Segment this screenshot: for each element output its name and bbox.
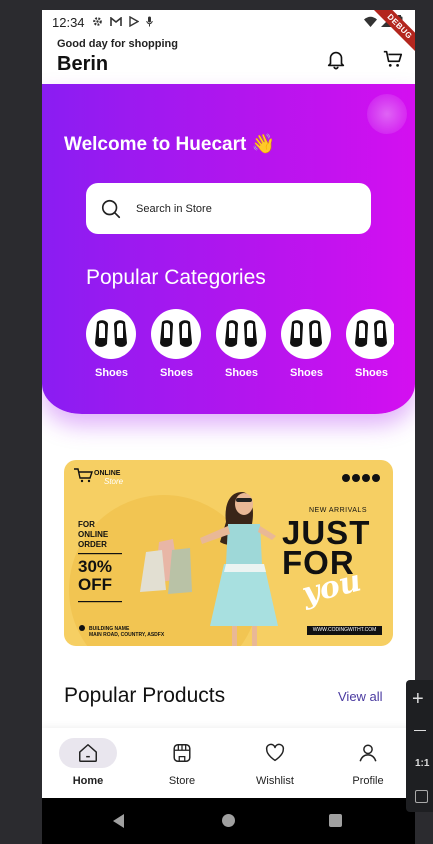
home-button-icon[interactable] xyxy=(222,814,235,827)
heart-icon xyxy=(246,738,304,768)
search-icon xyxy=(100,198,122,220)
category-item[interactable]: Shoes xyxy=(281,309,332,379)
mic-icon xyxy=(145,15,153,30)
banner-discount: 30% OFF xyxy=(78,558,112,594)
greeting-text: Good day for shopping xyxy=(57,38,178,50)
shoes-icon xyxy=(346,309,394,359)
search-bar[interactable]: Search in Store xyxy=(86,183,371,234)
banner-for: FOR xyxy=(78,520,95,529)
back-icon[interactable] xyxy=(113,814,124,828)
phone-screen: 12:34 DEBUG Good day for shopping Berin … xyxy=(42,10,415,844)
popular-products-title: Popular Products xyxy=(64,684,226,707)
search-placeholder: Search in Store xyxy=(136,202,212,215)
status-bar: 12:34 DEBUG xyxy=(42,10,415,61)
mail-icon xyxy=(109,15,122,30)
zoom-ratio[interactable]: 1:1 xyxy=(415,758,429,769)
nav-item-home[interactable]: Home xyxy=(53,738,123,787)
nav-item-store[interactable]: Store xyxy=(147,738,217,787)
app-bar: Good day for shopping Berin xyxy=(42,34,415,84)
user-name: Berin xyxy=(57,53,109,75)
banner-brand: ONLINE xyxy=(94,470,121,477)
category-item[interactable]: Shoes xyxy=(216,309,267,379)
shoes-icon xyxy=(216,309,266,359)
settings-icon xyxy=(92,15,103,30)
store-icon xyxy=(153,738,211,768)
banner-percent: 30% xyxy=(78,557,113,576)
banner-for-online-order: FOR ONLINE ORDER xyxy=(78,520,108,550)
banner-new-arrivals: NEW ARRIVALS xyxy=(309,507,367,514)
category-item[interactable]: Shoes xyxy=(86,309,137,379)
nav-item-profile[interactable]: Profile xyxy=(333,738,403,787)
nav-label-profile: Profile xyxy=(352,775,384,787)
fit-screen-icon[interactable] xyxy=(415,790,428,803)
cart-icon[interactable] xyxy=(382,48,404,70)
shoes-icon xyxy=(281,309,331,359)
nav-label-wishlist: Wishlist xyxy=(256,775,294,787)
category-item[interactable]: Shoes xyxy=(151,309,202,379)
banner-website: WWW.CODINGWITHT.COM xyxy=(307,626,382,635)
categories-list: Shoes Shoes Shoes Shoes Shoes xyxy=(86,309,394,384)
banner-order: ORDER xyxy=(78,540,107,549)
zoom-in-icon[interactable]: + xyxy=(412,688,424,711)
notification-bell-icon[interactable] xyxy=(325,48,347,70)
banner-brand-script: Store xyxy=(104,477,124,486)
banner-off: OFF xyxy=(78,575,112,594)
category-label: Shoes xyxy=(159,367,193,379)
shoes-icon xyxy=(151,309,201,359)
status-time: 12:34 xyxy=(52,14,85,30)
categories-title: Popular Categories xyxy=(86,266,266,289)
banner-address: BUILDING NAME MAIN ROAD, COUNTRY, ASDFX xyxy=(89,626,164,638)
shoes-icon xyxy=(86,309,136,359)
profile-icon xyxy=(339,738,397,768)
category-label: Shoes xyxy=(289,367,323,379)
wifi-icon xyxy=(364,15,377,30)
play-store-icon xyxy=(128,15,139,30)
banner-online: ONLINE xyxy=(78,530,109,539)
welcome-title: Welcome to Huecart 👋 xyxy=(64,134,276,155)
promo-banner[interactable]: ONLINE Store FOR ONLINE ORDER 30% OFF BU… xyxy=(64,460,393,646)
category-label: Shoes xyxy=(94,367,128,379)
nav-label-store: Store xyxy=(168,775,196,787)
system-navigation-bar xyxy=(42,798,415,844)
emulator-toolbar: + 1:1 xyxy=(406,680,433,812)
home-icon xyxy=(59,738,117,768)
category-item[interactable]: Shoes xyxy=(346,309,394,379)
category-label: Shoes xyxy=(354,367,388,379)
recents-icon[interactable] xyxy=(329,814,342,827)
hero-glow xyxy=(367,94,407,134)
banner-address-line2: MAIN ROAD, COUNTRY, ASDFX xyxy=(89,632,165,638)
view-all-link[interactable]: View all xyxy=(338,689,383,704)
nav-label-home: Home xyxy=(72,775,104,787)
hero-header: Welcome to Huecart 👋 Search in Store Pop… xyxy=(42,84,415,414)
zoom-out-icon[interactable] xyxy=(414,730,426,731)
nav-item-wishlist[interactable]: Wishlist xyxy=(240,738,310,787)
bottom-navigation: Home Store Wishlist Profile xyxy=(42,728,415,798)
category-label: Shoes xyxy=(224,367,258,379)
